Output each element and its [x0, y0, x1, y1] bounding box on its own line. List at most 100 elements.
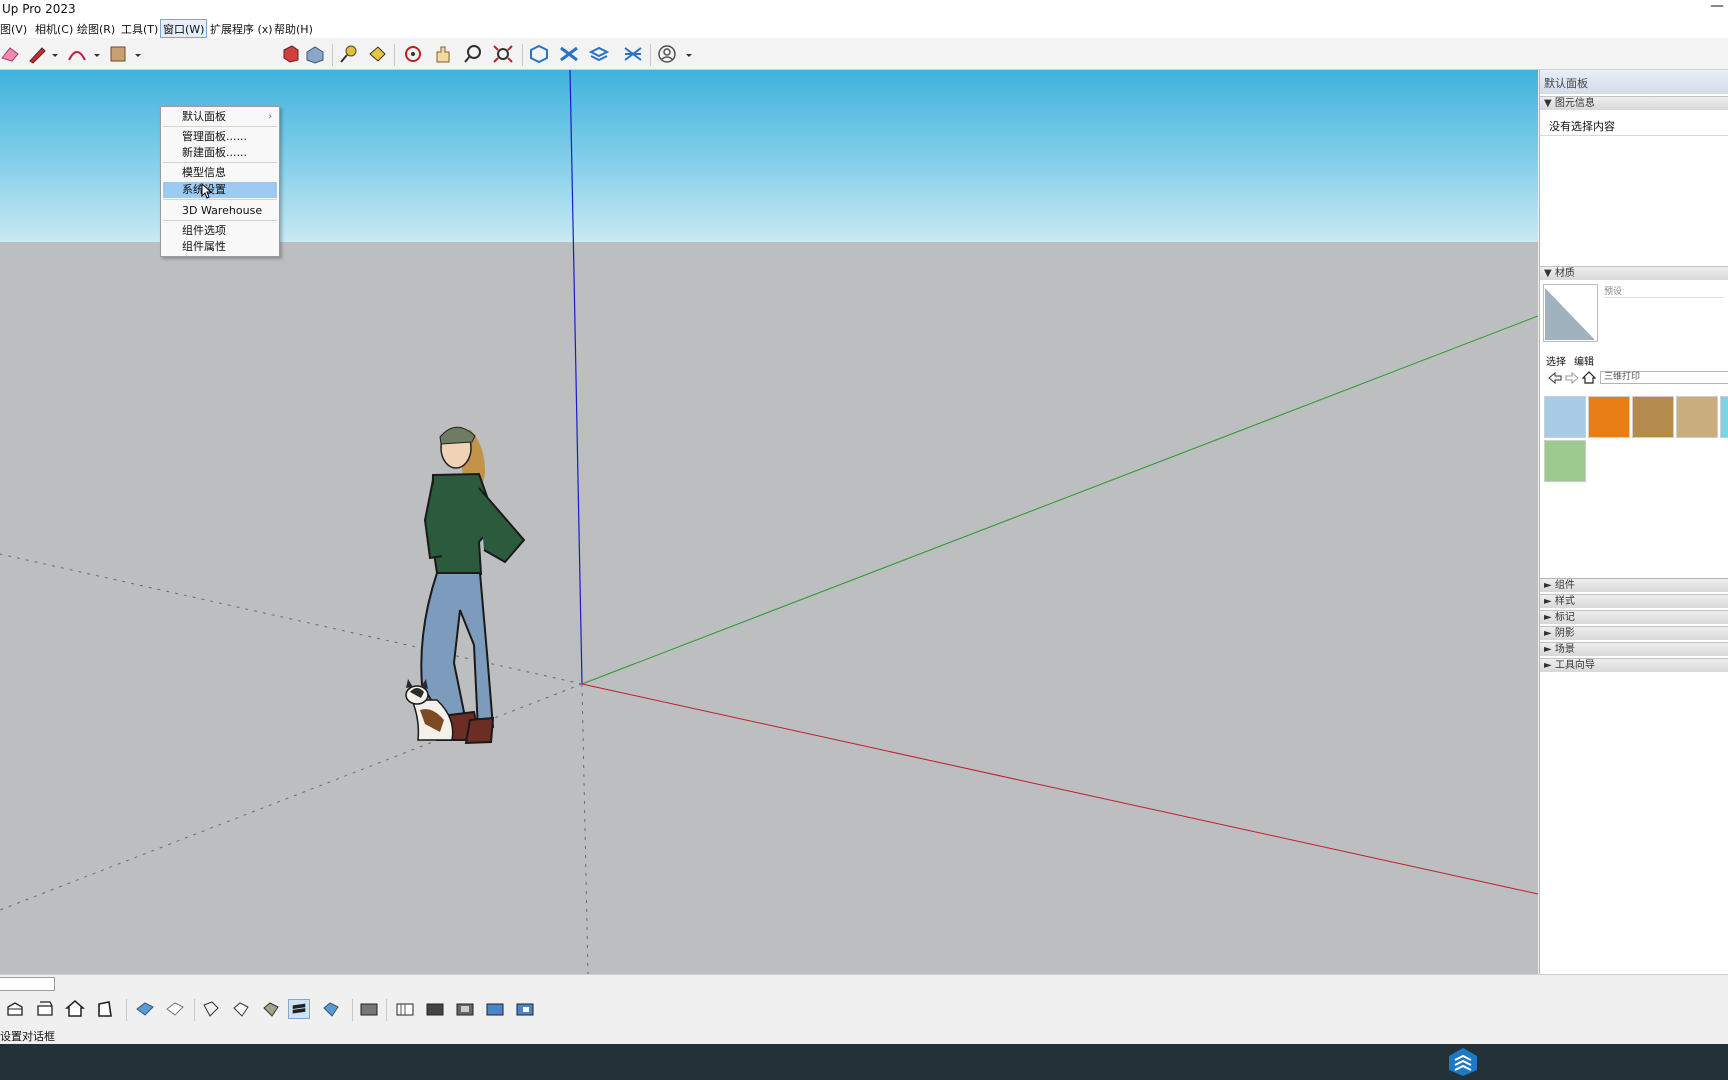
dropdown-arrow-icon[interactable] — [92, 44, 102, 64]
tray-title: 默认面板 — [1540, 70, 1728, 94]
materials-tab-select[interactable]: 选择 — [1546, 353, 1566, 368]
orbit-icon[interactable] — [402, 44, 424, 64]
menu-item-component-attributes[interactable]: 组件属性 — [161, 239, 279, 255]
paint-icon[interactable] — [366, 44, 388, 64]
light-blue-swatch[interactable] — [1544, 396, 1586, 438]
material-collection-select[interactable]: 三维打印 — [1600, 371, 1728, 384]
toolbar-separator — [650, 44, 651, 66]
default-tray-panel: 默认面板 ▼ 图元信息 没有选择内容 ▼ 材质 预设 选择 编辑 三维打印 ► … — [1539, 70, 1728, 974]
zoom-extents-icon[interactable] — [492, 44, 514, 64]
back-arrow-icon[interactable] — [1548, 372, 1562, 384]
menu-separator — [163, 199, 277, 200]
xray-icon[interactable] — [134, 999, 156, 1019]
dropdown-arrow-icon[interactable] — [50, 44, 60, 64]
main-toolbar — [0, 38, 1728, 70]
arc-icon[interactable] — [66, 44, 88, 64]
back-edges-icon[interactable] — [164, 999, 186, 1019]
solid-tools-icon[interactable] — [622, 44, 644, 64]
eraser-icon[interactable] — [0, 44, 22, 64]
menu-help[interactable]: 帮助(H) — [274, 21, 313, 37]
shaded-icon[interactable] — [260, 999, 282, 1019]
green-axis-negative — [0, 683, 583, 911]
section-plane-icon[interactable] — [358, 999, 380, 1019]
home-icon[interactable] — [1582, 371, 1596, 384]
paint-bucket-icon[interactable] — [107, 44, 129, 64]
zoom-icon[interactable] — [462, 44, 484, 64]
style-3-icon[interactable] — [514, 999, 536, 1019]
menu-tools[interactable]: 工具(T) — [121, 21, 158, 37]
views-styles-toolbar — [0, 974, 1728, 1034]
menu-draw[interactable]: 绘图(R) — [77, 21, 115, 37]
entity-info-empty-text: 没有选择内容 — [1549, 120, 1615, 133]
right-view-icon[interactable] — [94, 999, 116, 1019]
materials-section-header[interactable]: ▼ 材质 — [1540, 266, 1728, 280]
toolbar-separator — [194, 999, 195, 1021]
shadows-section-header[interactable]: ► 阴影 — [1540, 626, 1728, 640]
orange-swatch[interactable] — [1588, 396, 1630, 438]
menu-item-component-options[interactable]: 组件选项 — [161, 223, 279, 239]
follow-me-icon[interactable] — [280, 44, 302, 64]
style-2-icon[interactable] — [484, 999, 506, 1019]
current-material-preview[interactable] — [1543, 284, 1598, 342]
forward-arrow-icon[interactable] — [1565, 372, 1579, 384]
menu-item-default-tray[interactable]: 默认面板 › — [161, 109, 279, 125]
shaded-textures-icon[interactable] — [288, 999, 310, 1019]
red-axis-negative — [0, 553, 583, 685]
material-name-field[interactable]: 预设 — [1604, 284, 1724, 298]
os-taskbar — [0, 1044, 1728, 1080]
green-axis — [581, 315, 1538, 685]
materials-tab-edit[interactable]: 编辑 — [1574, 353, 1594, 368]
light-green-swatch[interactable] — [1544, 440, 1586, 482]
model-viewport[interactable]: 默认面板 › 管理面板...... 新建面板...... 模型信息 系统设置 3… — [0, 70, 1538, 974]
extension-icon[interactable] — [558, 44, 580, 64]
menu-separator — [163, 220, 277, 221]
section-cut-icon[interactable] — [394, 999, 416, 1019]
cyan-swatch[interactable] — [1720, 396, 1728, 438]
toolbar-separator — [394, 44, 395, 66]
account-icon[interactable] — [656, 44, 678, 64]
tan-swatch[interactable] — [1676, 396, 1718, 438]
scale-figure[interactable] — [420, 426, 526, 745]
section-fill-icon[interactable] — [424, 999, 446, 1019]
pencil-icon[interactable] — [26, 44, 48, 64]
menu-item-new-tray[interactable]: 新建面板...... — [161, 145, 279, 161]
menu-item-preferences[interactable]: 系统设置 — [163, 182, 277, 198]
toolbar-separator — [522, 44, 523, 66]
menu-camera[interactable]: 相机(C) — [35, 21, 73, 37]
menu-item-3d-warehouse[interactable]: 3D Warehouse — [161, 203, 279, 219]
monochrome-icon[interactable] — [320, 999, 342, 1019]
menu-item-model-info[interactable]: 模型信息 — [161, 165, 279, 181]
sketchup-logo[interactable] — [1447, 1047, 1479, 1077]
dropdown-arrow-icon[interactable] — [684, 44, 694, 64]
layer-icon[interactable] — [588, 44, 610, 64]
components-section-header[interactable]: ► 组件 — [1540, 578, 1728, 592]
menu-item-default-tray-label: 默认面板 — [182, 110, 226, 123]
styles-section-header[interactable]: ► 样式 — [1540, 594, 1728, 608]
window-menu-dropdown: 默认面板 › 管理面板...... 新建面板...... 模型信息 系统设置 3… — [160, 106, 280, 257]
entity-info-section-header[interactable]: ▼ 图元信息 — [1540, 96, 1728, 110]
iso-view-icon[interactable] — [4, 999, 26, 1019]
wireframe-icon[interactable] — [200, 999, 222, 1019]
wood-swatch[interactable] — [1632, 396, 1674, 438]
tape-measure-icon[interactable] — [338, 44, 360, 64]
warehouse-icon[interactable] — [528, 44, 550, 64]
instructor-section-header[interactable]: ► 工具向导 — [1540, 658, 1728, 672]
tags-section-header[interactable]: ► 标记 — [1540, 610, 1728, 624]
pan-icon[interactable] — [432, 44, 454, 64]
blue-axis — [569, 70, 583, 685]
front-view-icon[interactable] — [64, 999, 86, 1019]
hidden-line-icon[interactable] — [230, 999, 252, 1019]
style-1-icon[interactable] — [454, 999, 476, 1019]
measurements-box[interactable] — [0, 977, 55, 991]
offset-icon[interactable] — [304, 44, 326, 64]
scenes-section-header[interactable]: ► 场景 — [1540, 642, 1728, 656]
top-view-icon[interactable] — [34, 999, 56, 1019]
blue-axis-negative — [581, 683, 589, 974]
menu-window[interactable]: 窗口(W) — [160, 19, 208, 38]
entity-info-divider — [1540, 135, 1728, 136]
dropdown-arrow-icon[interactable] — [133, 44, 143, 64]
menu-item-manage-trays[interactable]: 管理面板...... — [161, 129, 279, 145]
minimize-button[interactable]: — — [1710, 0, 1724, 14]
menu-view[interactable]: 图(V) — [0, 21, 27, 37]
menu-extensions[interactable]: 扩展程序 (x) — [210, 21, 273, 37]
